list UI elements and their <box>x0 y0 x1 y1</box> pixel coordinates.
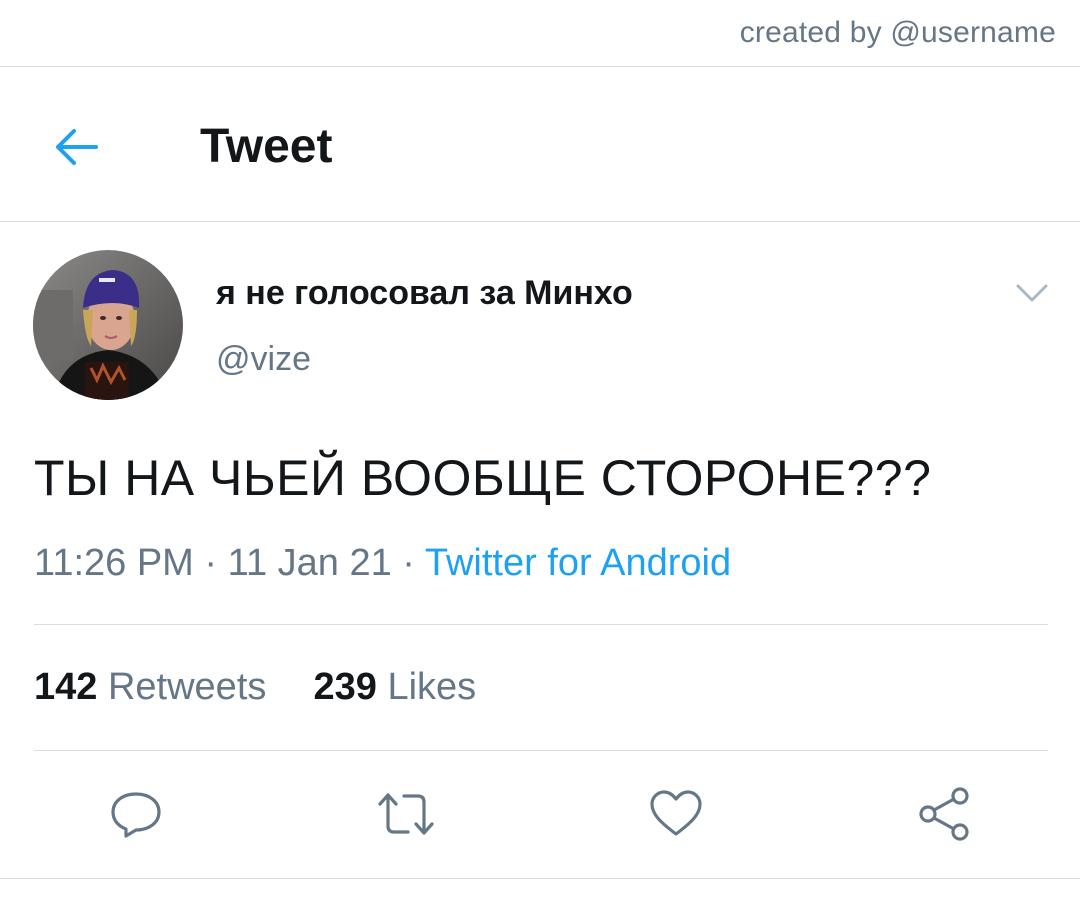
header-divider <box>0 221 1080 222</box>
creator-credit: created by @username <box>739 16 1056 49</box>
retweets-label: Retweets <box>107 666 267 708</box>
tweet-time: 11:26 PM <box>34 542 194 584</box>
retweet-button[interactable] <box>376 786 436 842</box>
likes-label: Likes <box>387 666 477 708</box>
display-name[interactable]: я не голосовал за Минхо <box>216 274 633 313</box>
meta-separator: · <box>402 542 415 584</box>
tweet-stats: 142 Retweets 239 Likes <box>34 666 476 709</box>
tweet-meta: 11:26 PM · 11 Jan 21 · Twitter for Andro… <box>34 542 731 585</box>
likes-count: 239 <box>313 666 377 708</box>
page-title: Tweet <box>200 120 333 173</box>
tweet-menu-button[interactable] <box>1014 278 1050 306</box>
tweet-header: Tweet <box>0 67 1080 222</box>
share-icon <box>919 787 969 841</box>
reply-icon <box>111 792 161 838</box>
heart-icon <box>650 790 702 836</box>
meta-divider <box>34 624 1048 625</box>
tweet-date: 11 Jan 21 <box>227 542 392 584</box>
stats-divider <box>34 750 1048 751</box>
arrow-left-icon <box>56 129 98 165</box>
reply-button[interactable] <box>106 786 166 842</box>
meta-separator: · <box>204 542 218 584</box>
bottom-divider <box>0 878 1080 879</box>
chevron-down-icon <box>1016 284 1048 302</box>
like-button[interactable] <box>646 786 706 842</box>
avatar[interactable] <box>33 250 183 400</box>
retweets-stat[interactable]: 142 Retweets <box>34 666 277 708</box>
retweets-count: 142 <box>34 666 98 708</box>
user-handle[interactable]: @vize <box>216 340 311 379</box>
back-button[interactable] <box>46 117 106 177</box>
avatar-image <box>33 250 183 400</box>
tweet-source-link[interactable]: Twitter for Android <box>425 542 731 584</box>
likes-stat[interactable]: 239 Likes <box>314 666 477 708</box>
share-button[interactable] <box>914 786 974 842</box>
tweet-text: ТЫ НА ЧЬЕЙ ВООБЩЕ СТОРОНЕ??? <box>34 450 932 506</box>
retweet-icon <box>378 793 434 835</box>
